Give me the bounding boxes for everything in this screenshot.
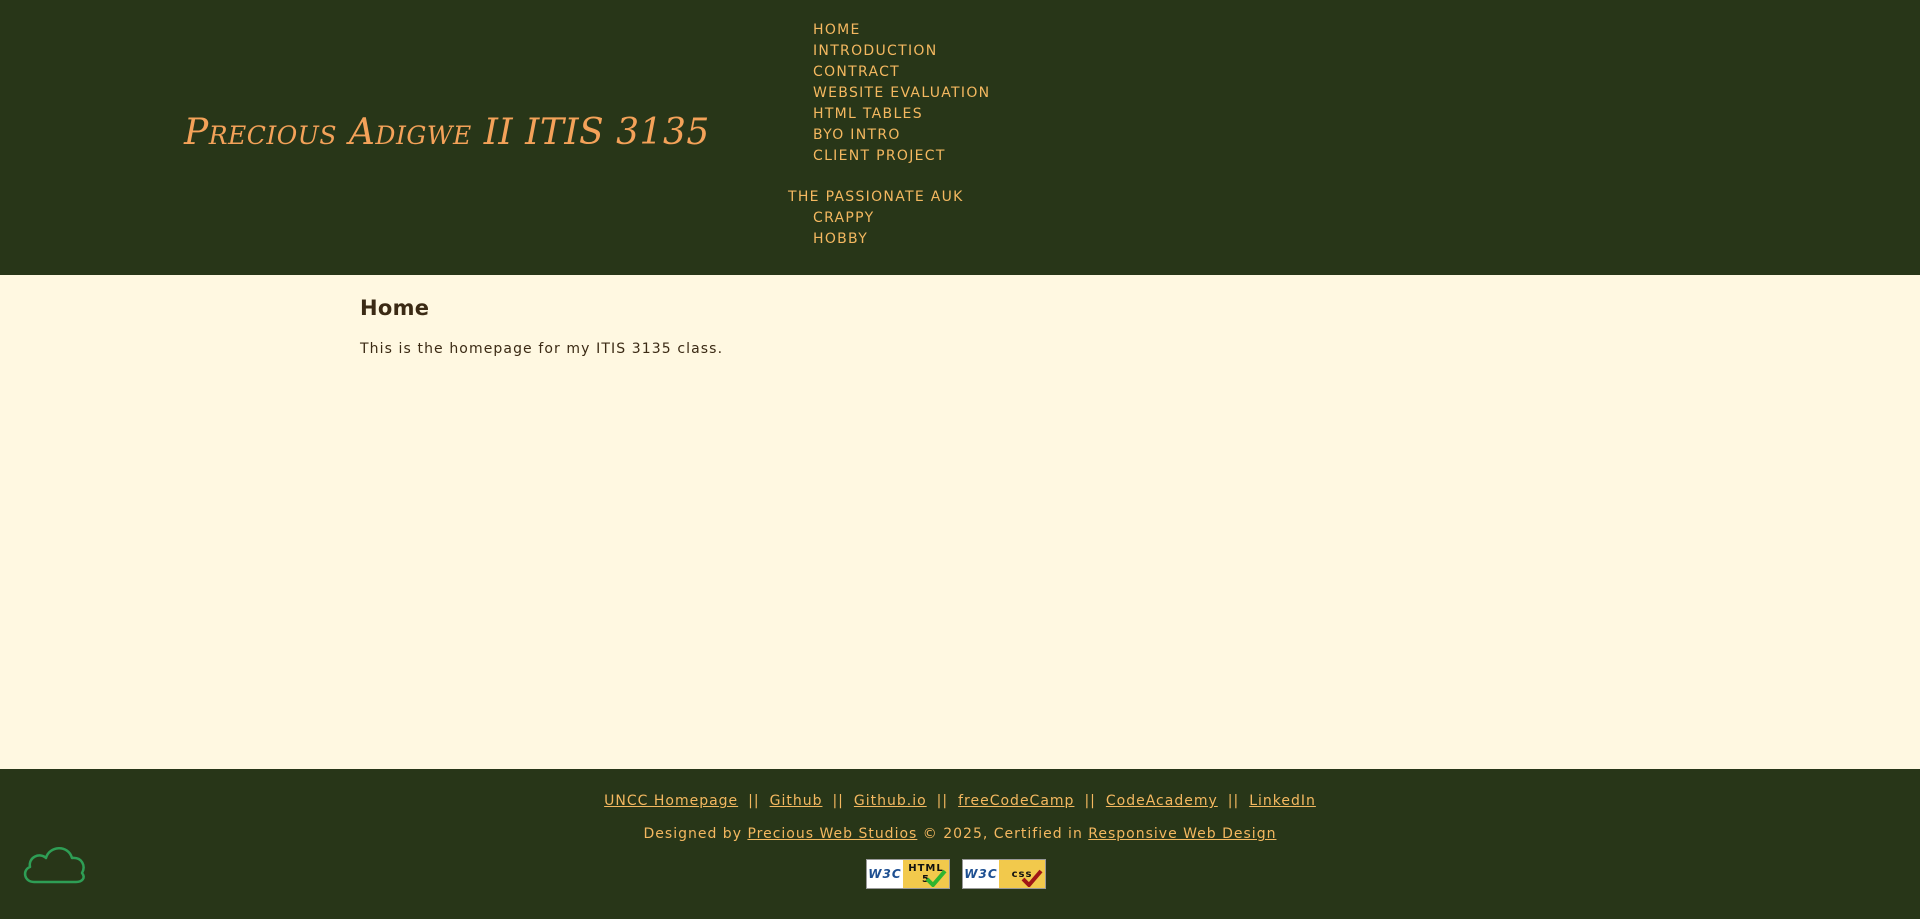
- site-title: Precious Adigwe II ITIS 3135: [184, 112, 710, 153]
- main-nav: Home Introduction Contract Website Evalu…: [788, 20, 990, 250]
- footer-link-freecodecamp[interactable]: freeCodeCamp: [958, 793, 1074, 809]
- footer-separator: ||: [832, 793, 844, 809]
- nav-group-main: Home Introduction Contract Website Evalu…: [788, 20, 990, 167]
- main-content: Home This is the homepage for my ITIS 31…: [360, 296, 1560, 357]
- w3c-logo-text: W3C: [867, 860, 903, 888]
- footer-link-github[interactable]: Github: [770, 793, 823, 809]
- nav-item-contract[interactable]: Contract: [813, 62, 990, 83]
- footer-separator: ||: [936, 793, 949, 809]
- nav-item-introduction[interactable]: Introduction: [813, 41, 990, 62]
- nav-item-website-evaluation[interactable]: Website Evaluation: [813, 83, 990, 104]
- credit-studio-link[interactable]: Precious Web Studios: [747, 826, 917, 842]
- footer-separator: ||: [1084, 793, 1096, 809]
- nav-item-client-project[interactable]: Client Project: [813, 146, 990, 167]
- footer-link-githubio[interactable]: Github.io: [854, 793, 927, 809]
- nav-item-crappy[interactable]: Crappy: [813, 208, 990, 229]
- footer-link-linkedin[interactable]: LinkedIn: [1249, 793, 1316, 809]
- credit-middle: © 2025, Certified in: [922, 826, 1083, 842]
- html-validator-badge[interactable]: W3C HTML 5: [866, 859, 950, 889]
- footer-link-codeacademy[interactable]: CodeAcademy: [1106, 793, 1218, 809]
- w3c-logo-text: W3C: [963, 860, 999, 888]
- page-title: Home: [360, 296, 430, 320]
- footer-credit: Designed by Precious Web Studios © 2025,…: [0, 826, 1920, 842]
- footer-separator: ||: [748, 793, 760, 809]
- page-intro: This is the homepage for my ITIS 3135 cl…: [360, 341, 724, 357]
- nav-item-hobby[interactable]: Hobby: [813, 229, 990, 250]
- footer-links: UNCC Homepage || Github || Github.io || freeCo…: [0, 793, 1920, 809]
- nav-group-auk: The Passionate Auk: [788, 187, 990, 208]
- site-header: Precious Adigwe II ITIS 3135 Home Introd…: [0, 0, 1920, 275]
- nav-item-byo-intro[interactable]: BYO Intro: [813, 125, 990, 146]
- footer-separator: ||: [1227, 793, 1240, 809]
- css-validator-badge[interactable]: W3C css: [962, 859, 1046, 889]
- check-icon: [925, 869, 947, 887]
- site-footer: UNCC Homepage || Github || Github.io || freeCo…: [0, 769, 1920, 919]
- credit-cert-link[interactable]: Responsive Web Design: [1088, 826, 1276, 842]
- nav-group-auk-sub: Crappy Hobby: [788, 208, 990, 250]
- credit-prefix: Designed by: [643, 826, 742, 842]
- nav-item-html-tables[interactable]: HTML Tables: [813, 104, 990, 125]
- cloud-icon[interactable]: [20, 840, 88, 890]
- footer-link-uncc[interactable]: UNCC Homepage: [604, 793, 738, 809]
- validation-badges: W3C HTML 5 W3C css: [866, 859, 1046, 889]
- nav-item-home[interactable]: Home: [813, 20, 990, 41]
- nav-item-passionate-auk[interactable]: The Passionate Auk: [788, 187, 990, 208]
- check-icon: [1021, 869, 1043, 887]
